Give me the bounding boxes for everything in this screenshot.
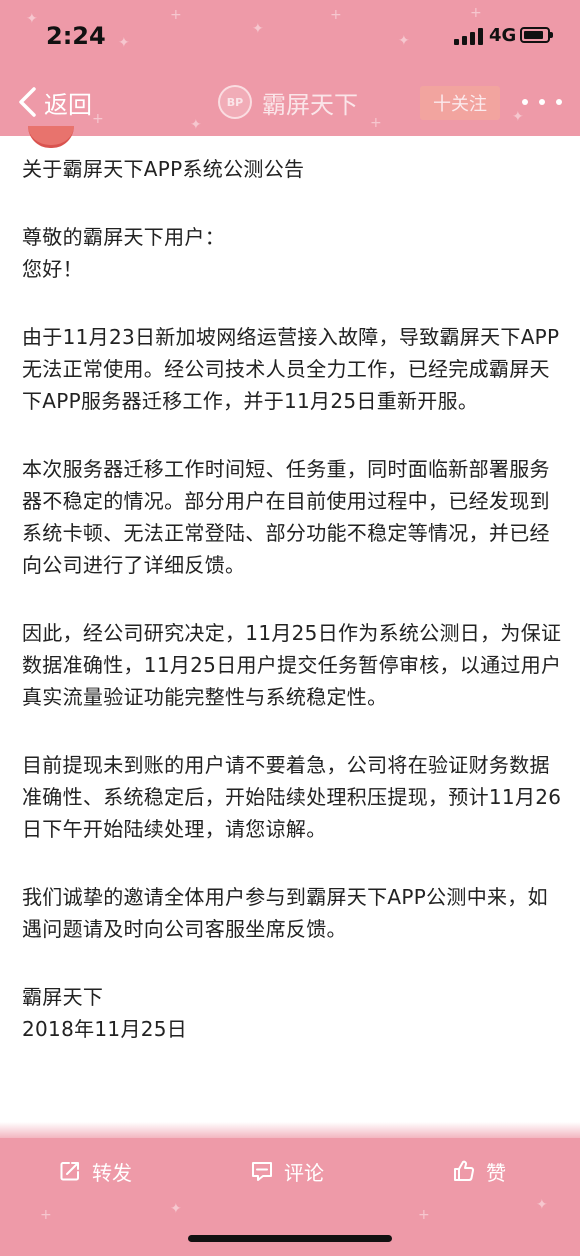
comment-button[interactable]: 评论 bbox=[250, 1156, 324, 1186]
avatar-text: BP bbox=[226, 95, 244, 109]
network-type: 4G bbox=[489, 25, 517, 46]
article-title: 关于霸屏天下APP系统公测公告 bbox=[22, 157, 305, 181]
comment-label: 评论 bbox=[284, 1160, 324, 1185]
share-icon bbox=[60, 1162, 79, 1181]
like-button[interactable]: 赞 bbox=[452, 1156, 506, 1186]
back-button[interactable]: 返回 bbox=[14, 84, 92, 120]
top-header: ✦ ✦ + ✦ + ✦ + + ✦ + ✦ 2:24 4G 返回 BP 霸屏天下… bbox=[0, 0, 580, 136]
avatar: BP bbox=[218, 85, 252, 119]
article-paragraph: 目前提现未到账的用户请不要着急，公司将在验证财务数据准确性、系统稳定后，开始陆续… bbox=[22, 753, 562, 841]
status-time: 2:24 bbox=[46, 22, 106, 50]
article-paragraph: 由于11月23日新加坡网络运营接入故障，导致霸屏天下APP无法正常使用。经公司技… bbox=[22, 325, 560, 413]
signal-icon bbox=[454, 27, 484, 45]
article-paragraph: 本次服务器迁移工作时间短、任务重，同时面临新部署服务器不稳定的情况。部分用户在目… bbox=[22, 457, 550, 577]
follow-button[interactable]: 十关注 bbox=[420, 86, 500, 120]
account-header[interactable]: BP 霸屏天下 bbox=[218, 84, 358, 120]
thumbs-up-icon bbox=[454, 1160, 475, 1181]
article-signature: 霸屏天下 bbox=[22, 985, 104, 1009]
article-hello: 您好！ bbox=[22, 257, 83, 281]
nav-bar: 返回 BP 霸屏天下 十关注 bbox=[0, 70, 580, 136]
sparkle-decoration: ✦ bbox=[536, 1197, 548, 1213]
home-indicator bbox=[188, 1235, 392, 1242]
more-options-icon[interactable] bbox=[522, 92, 562, 112]
status-bar: 2:24 4G bbox=[0, 0, 580, 70]
sparkle-decoration: ✦ bbox=[170, 1201, 182, 1217]
article-paragraph: 因此，经公司研究决定，11月25日作为系统公测日，为保证数据准确性，11月25日… bbox=[22, 621, 562, 709]
article-body: 关于霸屏天下APP系统公测公告 尊敬的霸屏天下用户： 您好！ 由于11月23日新… bbox=[22, 153, 562, 1045]
article-greeting: 尊敬的霸屏天下用户： bbox=[22, 225, 225, 249]
author-avatar bbox=[28, 126, 74, 148]
like-label: 赞 bbox=[486, 1160, 506, 1185]
comment-icon bbox=[252, 1162, 272, 1181]
account-name: 霸屏天下 bbox=[262, 90, 358, 119]
chevron-left-icon bbox=[19, 87, 36, 117]
sparkle-decoration: + bbox=[418, 1207, 430, 1223]
back-label: 返回 bbox=[44, 90, 92, 119]
sparkle-decoration: + bbox=[40, 1207, 52, 1223]
share-button[interactable]: 转发 bbox=[58, 1156, 132, 1186]
article-date: 2018年11月25日 bbox=[22, 1017, 188, 1041]
bottom-action-bar: + ✦ + ✦ 转发 评论 赞 bbox=[0, 1138, 580, 1256]
share-label: 转发 bbox=[92, 1160, 132, 1185]
battery-icon bbox=[520, 27, 553, 43]
article-paragraph: 我们诚挚的邀请全体用户参与到霸屏天下APP公测中来，如遇问题请及时向公司客服坐席… bbox=[22, 885, 548, 941]
